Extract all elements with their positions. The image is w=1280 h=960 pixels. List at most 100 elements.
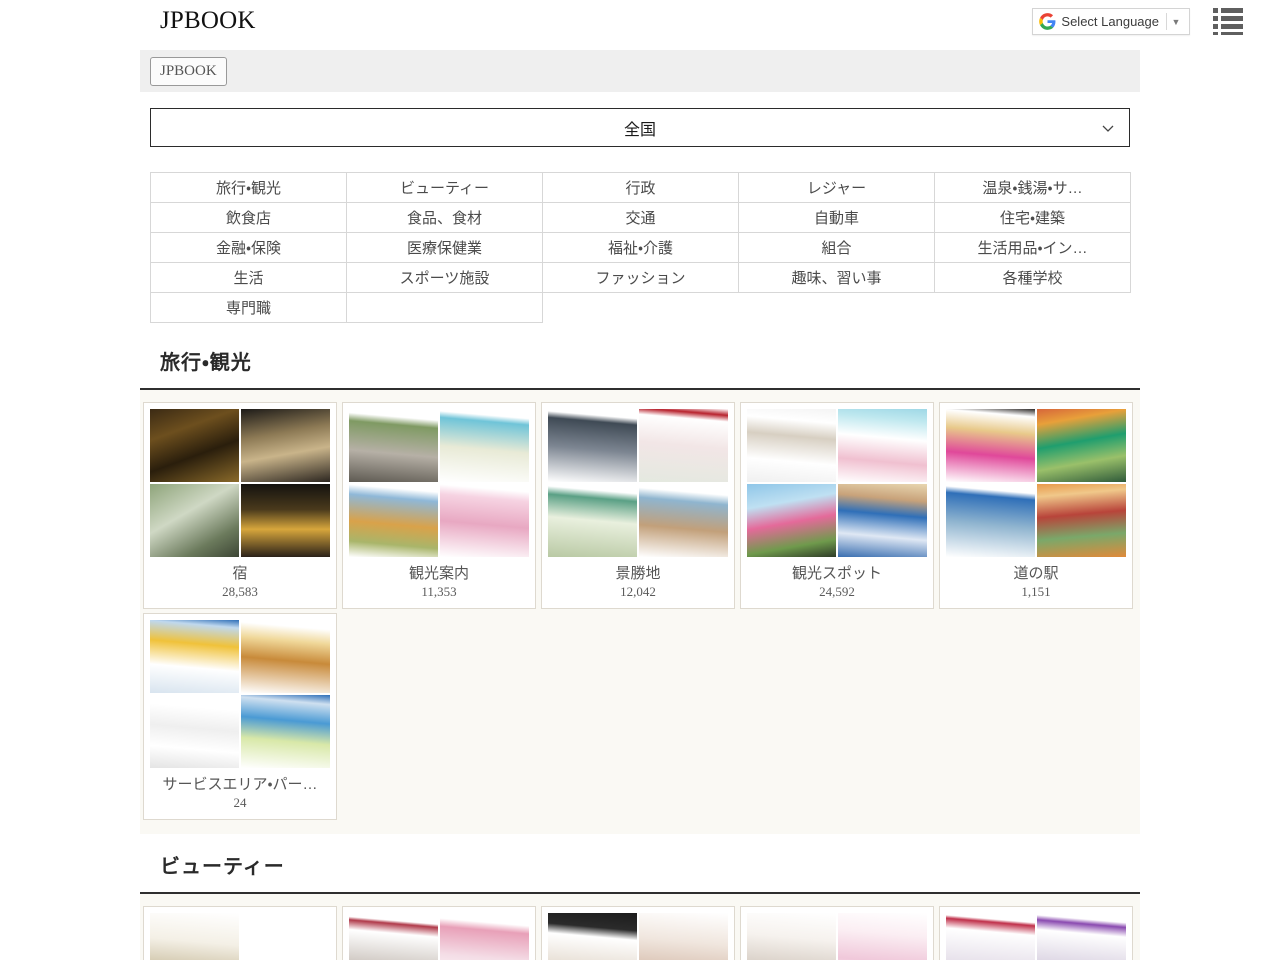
card-thumbnail [349, 409, 529, 557]
thumbnail-image [150, 913, 239, 960]
category-row: 旅行・観光ビューティー行政レジャー温泉・銭湯・サ… [151, 173, 1131, 203]
category-cell-1-0[interactable]: 飲食店 [151, 203, 347, 233]
thumbnail-tile [838, 409, 927, 482]
breadcrumb: JPBOOK [140, 50, 1140, 92]
category-card[interactable]: 景勝地12,042 [541, 402, 735, 609]
thumbnail-tile [639, 484, 728, 557]
category-card[interactable]: 道の駅1,151 [939, 402, 1133, 609]
thumbnail-image [150, 620, 239, 693]
card-grid: 宿28,583観光案内11,353景勝地12,042観光スポット24,592道の… [140, 390, 1140, 834]
category-card[interactable] [143, 906, 337, 960]
thumbnail-image [946, 484, 1035, 557]
category-card[interactable] [541, 906, 735, 960]
category-cell-0-3[interactable]: レジャー [739, 173, 935, 203]
section-header: ビューティー [140, 854, 1140, 894]
category-cell-2-4[interactable]: 生活用品・イン… [935, 233, 1131, 263]
thumbnail-image [838, 913, 927, 960]
category-cell-1-4[interactable]: 住宅・建築 [935, 203, 1131, 233]
category-cell-1-1[interactable]: 食品、食材 [347, 203, 543, 233]
thumbnail-image [150, 409, 239, 482]
thumbnail-tile [639, 913, 728, 960]
category-card[interactable]: 観光スポット24,592 [740, 402, 934, 609]
region-select[interactable]: 全国 [150, 108, 1130, 147]
thumbnail-tile [440, 913, 529, 960]
category-cell-2-3[interactable]: 組合 [739, 233, 935, 263]
thumbnail-tile [349, 409, 438, 482]
category-cell-1-2[interactable]: 交通 [543, 203, 739, 233]
category-table-body: 旅行・観光ビューティー行政レジャー温泉・銭湯・サ…飲食店食品、食材交通自動車住宅… [151, 173, 1131, 323]
category-card[interactable]: 観光案内11,353 [342, 402, 536, 609]
category-card[interactable]: サービスエリア・パー…24 [143, 613, 337, 820]
thumbnail-tile [838, 484, 927, 557]
thumbnail-image [838, 409, 927, 482]
thumbnail-tile [241, 695, 330, 768]
list-icon[interactable] [1212, 6, 1250, 36]
category-cell-3-1[interactable]: スポーツ施設 [347, 263, 543, 293]
thumbnail-image [241, 409, 330, 482]
section-title: ビューティー [160, 856, 285, 878]
section-header: 旅行・観光 [140, 350, 1140, 390]
category-card[interactable]: 宿28,583 [143, 402, 337, 609]
category-cell-1-3[interactable]: 自動車 [739, 203, 935, 233]
thumbnail-tile [150, 695, 239, 768]
card-thumbnail [548, 409, 728, 557]
category-card[interactable] [740, 906, 934, 960]
category-cell-2-0[interactable]: 金融・保険 [151, 233, 347, 263]
card-thumbnail [747, 913, 927, 960]
thumbnail-image [241, 913, 330, 960]
category-card[interactable] [939, 906, 1133, 960]
category-cell-0-2[interactable]: 行政 [543, 173, 739, 203]
card-label: 道の駅 [946, 565, 1126, 583]
thumbnail-image [1037, 913, 1126, 960]
thumbnail-tile [747, 409, 836, 482]
category-cell-0-0[interactable]: 旅行・観光 [151, 173, 347, 203]
thumbnail-image [241, 484, 330, 557]
card-count: 28,583 [150, 583, 330, 600]
card-count: 24 [150, 794, 330, 811]
translate-label: Select Language [1061, 14, 1166, 29]
category-card[interactable] [342, 906, 536, 960]
thumbnail-tile [548, 409, 637, 482]
thumbnail-tile [150, 484, 239, 557]
google-icon [1039, 13, 1056, 30]
thumbnail-image [440, 484, 529, 557]
category-cell-3-0[interactable]: 生活 [151, 263, 347, 293]
thumbnail-image [1037, 409, 1126, 482]
category-row: 飲食店食品、食材交通自動車住宅・建築 [151, 203, 1131, 233]
category-cell-3-3[interactable]: 趣味、習い事 [739, 263, 935, 293]
card-label: サービスエリア・パー… [150, 776, 330, 794]
category-cell-0-4[interactable]: 温泉・銭湯・サ… [935, 173, 1131, 203]
header-actions: Select Language ▼ [1032, 0, 1280, 44]
thumbnail-image [1037, 484, 1126, 557]
site-title: JPBOOK [160, 6, 256, 36]
thumbnail-tile [150, 620, 239, 693]
category-cell-3-2[interactable]: ファッション [543, 263, 739, 293]
chevron-down-icon[interactable]: ▼ [1167, 17, 1185, 27]
google-translate-widget[interactable]: Select Language ▼ [1032, 8, 1190, 35]
thumbnail-image [440, 409, 529, 482]
thumbnail-image [639, 484, 728, 557]
card-label: 観光案内 [349, 565, 529, 583]
category-cell-0-1[interactable]: ビューティー [347, 173, 543, 203]
card-thumbnail [150, 913, 330, 960]
thumbnail-tile [639, 409, 728, 482]
thumbnail-image [639, 913, 728, 960]
category-cell-2-1[interactable]: 医療保健業 [347, 233, 543, 263]
card-grid [140, 894, 1140, 960]
thumbnail-tile [548, 913, 637, 960]
category-row: 金融・保険医療保健業福祉・介護組合生活用品・イン… [151, 233, 1131, 263]
category-table: 旅行・観光ビューティー行政レジャー温泉・銭湯・サ…飲食店食品、食材交通自動車住宅… [150, 172, 1131, 323]
thumbnail-image [946, 409, 1035, 482]
thumbnail-image [946, 913, 1035, 960]
category-row: 生活スポーツ施設ファッション趣味、習い事各種学校 [151, 263, 1131, 293]
category-row: 専門職 [151, 293, 1131, 323]
card-count: 1,151 [946, 583, 1126, 600]
category-cell-2-2[interactable]: 福祉・介護 [543, 233, 739, 263]
breadcrumb-item-jpbook[interactable]: JPBOOK [150, 57, 227, 86]
card-count: 24,592 [747, 583, 927, 600]
category-cell-4-0[interactable]: 専門職 [151, 293, 347, 323]
card-count: 11,353 [349, 583, 529, 600]
thumbnail-tile [440, 484, 529, 557]
category-cell-3-4[interactable]: 各種学校 [935, 263, 1131, 293]
thumbnail-image [639, 409, 728, 482]
